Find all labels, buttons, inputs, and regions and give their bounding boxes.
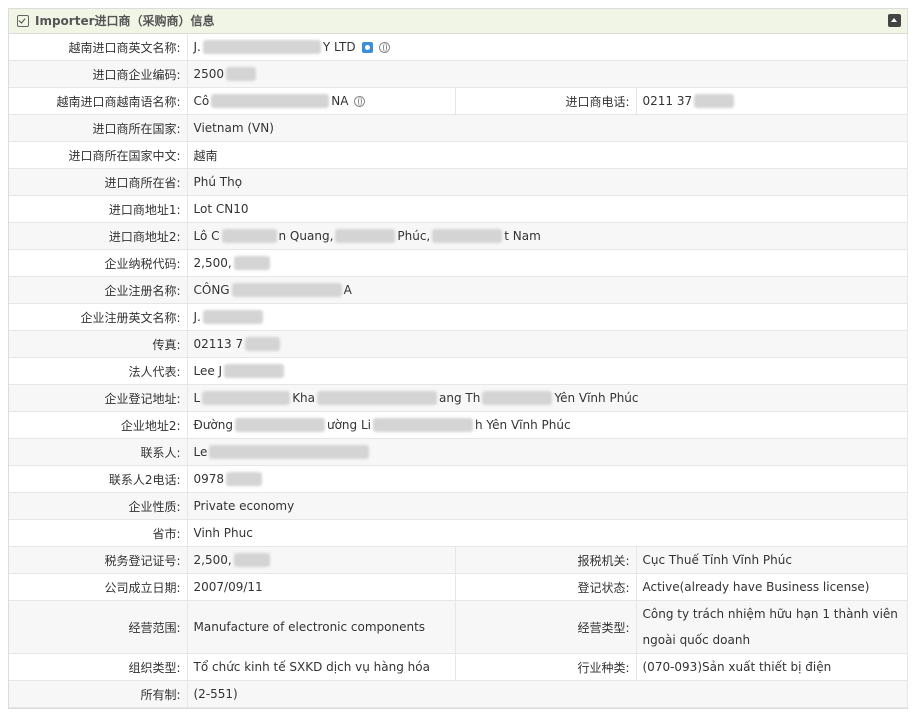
table-row: 组织类型: Tổ chức kinh tế SXKD dịch vụ hàng … — [9, 653, 908, 681]
field-value: Vietnam (VN) — [187, 114, 908, 142]
field-label: 进口商地址2: — [9, 222, 188, 250]
panel-header: Importer进口商（采购商）信息 — [9, 9, 907, 34]
field-value: Le — [187, 438, 908, 466]
field-value: J. Y LTD — [187, 34, 908, 61]
field-label: 组织类型: — [9, 653, 188, 681]
globe-icon[interactable] — [378, 41, 390, 53]
field-value: 2007/09/11 — [187, 573, 456, 601]
field-value: 0211 37 — [636, 87, 908, 115]
table-row: 进口商所在国家中文: 越南 — [9, 141, 908, 169]
field-value: L Kha ang Th Yên Vĩnh Phúc — [187, 384, 908, 412]
field-label: 企业纳税代码: — [9, 249, 188, 277]
field-label: 企业注册英文名称: — [9, 303, 188, 331]
field-value: Cục Thuế Tỉnh Vĩnh Phúc — [636, 546, 908, 574]
table-row: 法人代表: Lee J — [9, 357, 908, 385]
panel-title: Importer进口商（采购商）信息 — [35, 14, 215, 28]
field-value: 2,500, — [187, 249, 908, 277]
field-label: 进口商所在省: — [9, 168, 188, 196]
field-label: 企业登记地址: — [9, 384, 188, 412]
table-row: 公司成立日期: 2007/09/11 登记状态: Active(already … — [9, 573, 908, 601]
field-value: 02113 7 — [187, 330, 908, 358]
globe-icon[interactable] — [354, 95, 366, 107]
table-row: 企业登记地址: L Kha ang Th Yên Vĩnh Phúc — [9, 384, 908, 412]
field-label: 越南进口商英文名称: — [9, 34, 188, 61]
field-label: 公司成立日期: — [9, 573, 188, 601]
field-value: 2500 — [187, 60, 908, 88]
field-value: Phú Thọ — [187, 168, 908, 196]
table-row: 企业纳税代码: 2,500, — [9, 249, 908, 277]
table-row: 省市: Vinh Phuc — [9, 519, 908, 547]
field-label: 进口商所在国家中文: — [9, 141, 188, 169]
table-row: 进口商所在省: Phú Thọ — [9, 168, 908, 196]
table-row: 进口商企业编码: 2500 — [9, 60, 908, 88]
importer-info-table: 越南进口商英文名称: J. Y LTD 进口商企业编码: 2500 越南进口商越南… — [9, 34, 908, 708]
field-value: Lot CN10 — [187, 195, 908, 223]
field-value: CÔNG A — [187, 276, 908, 304]
field-value: (070-093)Sản xuất thiết bị điện — [636, 653, 908, 681]
field-label: 所有制: — [9, 680, 188, 708]
field-label: 法人代表: — [9, 357, 188, 385]
field-value: Lee J — [187, 357, 908, 385]
field-label: 传真: — [9, 330, 188, 358]
table-row: 税务登记证号: 2,500, 报税机关: Cục Thuế Tỉnh Vĩnh … — [9, 546, 908, 574]
field-label: 进口商企业编码: — [9, 60, 188, 88]
field-value: Active(already have Business license) — [636, 573, 908, 601]
table-row: 企业地址2: Đường ường Li h Yên Vĩnh Phúc — [9, 411, 908, 439]
field-label: 省市: — [9, 519, 188, 547]
field-label: 经营范围: — [9, 600, 188, 654]
table-row: 进口商地址1: Lot CN10 — [9, 195, 908, 223]
field-value: (2-551) — [187, 680, 908, 708]
field-label: 企业地址2: — [9, 411, 188, 439]
field-label: 行业种类: — [455, 653, 637, 681]
table-row: 经营范围: Manufacture of electronic componen… — [9, 600, 908, 654]
field-value: Cô NA — [187, 87, 456, 115]
table-row: 传真: 02113 7 — [9, 330, 908, 358]
field-label: 经营类型: — [455, 600, 637, 654]
field-value: Đường ường Li h Yên Vĩnh Phúc — [187, 411, 908, 439]
table-row: 企业注册名称: CÔNG A — [9, 276, 908, 304]
field-label: 进口商电话: — [455, 87, 637, 115]
field-label: 税务登记证号: — [9, 546, 188, 574]
field-label: 联系人2电话: — [9, 465, 188, 493]
field-label: 登记状态: — [455, 573, 637, 601]
field-label: 企业性质: — [9, 492, 188, 520]
field-value: 越南 — [187, 141, 908, 169]
field-value: Vinh Phuc — [187, 519, 908, 547]
table-row: 联系人2电话: 0978 — [9, 465, 908, 493]
table-row: 越南进口商英文名称: J. Y LTD — [9, 34, 908, 61]
field-label: 越南进口商越南语名称: — [9, 87, 188, 115]
field-label: 进口商地址1: — [9, 195, 188, 223]
table-row: 进口商地址2: Lô Cn Quang, Phúc, t Nam — [9, 222, 908, 250]
field-label: 报税机关: — [455, 546, 637, 574]
field-value: Tổ chức kinh tế SXKD dịch vụ hàng hóa — [187, 653, 456, 681]
table-row: 联系人: Le — [9, 438, 908, 466]
collapse-button[interactable] — [888, 14, 901, 27]
field-label: 企业注册名称: — [9, 276, 188, 304]
table-row: 进口商所在国家: Vietnam (VN) — [9, 114, 908, 142]
field-value: Công ty trách nhiệm hữu hạn 1 thành viên… — [636, 600, 908, 654]
table-row: 越南进口商越南语名称: Cô NA 进口商电话: 0211 37 — [9, 87, 908, 115]
field-value: Private economy — [187, 492, 908, 520]
company-link-icon[interactable] — [361, 41, 373, 53]
checklist-icon — [17, 15, 29, 27]
importer-info-panel: Importer进口商（采购商）信息 越南进口商英文名称: J. Y LTD 进口… — [8, 8, 908, 709]
table-row: 企业注册英文名称: J. — [9, 303, 908, 331]
field-label: 联系人: — [9, 438, 188, 466]
field-value: Lô Cn Quang, Phúc, t Nam — [187, 222, 908, 250]
field-value: 2,500, — [187, 546, 456, 574]
field-value: 0978 — [187, 465, 908, 493]
table-row: 所有制: (2-551) — [9, 680, 908, 708]
field-label: 进口商所在国家: — [9, 114, 188, 142]
table-row: 企业性质: Private economy — [9, 492, 908, 520]
field-value: Manufacture of electronic components — [187, 600, 456, 654]
field-value: J. — [187, 303, 908, 331]
